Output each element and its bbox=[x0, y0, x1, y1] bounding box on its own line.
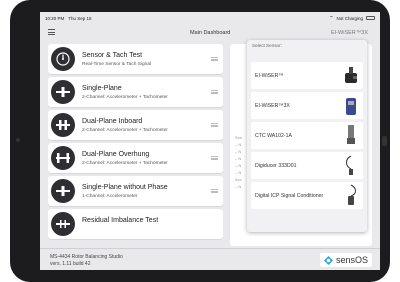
test-subtitle: 1-Channel: Accelerometer bbox=[82, 194, 138, 199]
test-card-single-plane[interactable]: Single-Plane 2-Channel: Accelerometer + … bbox=[48, 77, 223, 107]
status-bar: 10:20 PM Thu Sep 15 ⌔ Not Charging bbox=[40, 12, 380, 24]
gauge-icon bbox=[51, 47, 75, 71]
brand-logo: sensOS bbox=[319, 253, 372, 267]
status-date: Thu Sep 15 bbox=[68, 15, 92, 21]
page-title: Main Dashboard bbox=[190, 30, 231, 36]
single-plane-icon bbox=[51, 80, 75, 104]
brand-name: sensOS bbox=[335, 255, 368, 265]
screen: 10:20 PM Thu Sep 15 ⌔ Not Charging Main … bbox=[40, 12, 380, 270]
reorder-icon[interactable] bbox=[211, 123, 218, 127]
test-title: Single-Plane without Phase bbox=[82, 184, 168, 191]
menu-icon[interactable] bbox=[48, 29, 55, 35]
wifi-icon: ⌔ bbox=[329, 15, 334, 20]
wireless-sensor-3x-icon bbox=[346, 98, 356, 115]
device-selector[interactable]: EI-WiSER™3X bbox=[331, 30, 368, 36]
test-card-residual-imbalance[interactable]: Residual Imbalance Test bbox=[48, 209, 223, 239]
test-card-single-plane-no-phase[interactable]: Single-Plane without Phase 1-Channel: Ac… bbox=[48, 176, 223, 206]
digiducer-icon bbox=[346, 155, 353, 175]
sensor-option-digital-icp[interactable]: Digital ICP Signal Conditioner bbox=[251, 182, 363, 209]
reorder-icon[interactable] bbox=[211, 156, 218, 160]
test-card-dual-plane-overhung[interactable]: Dual-Plane Overhung 2-Channel: Accelerom… bbox=[48, 143, 223, 173]
test-title: Residual Imbalance Test bbox=[82, 217, 159, 224]
test-card-sensor-tach[interactable]: Sensor & Tach Test Real-Time Sensor & Ta… bbox=[48, 44, 223, 74]
popover-header: Select Sensor: bbox=[252, 43, 282, 48]
reorder-icon[interactable] bbox=[211, 57, 218, 61]
sensor-name: Digiducer 333D01 bbox=[255, 163, 297, 169]
ipad-frame: 10:20 PM Thu Sep 15 ⌔ Not Charging Main … bbox=[10, 0, 390, 282]
sensor-option-ei-wiser-3x[interactable]: EI-WiSER™3X bbox=[251, 92, 363, 119]
reorder-icon[interactable] bbox=[211, 189, 218, 193]
dual-plane-overhung-icon bbox=[51, 146, 75, 170]
reorder-icon[interactable] bbox=[211, 90, 218, 94]
test-card-dual-plane-inboard[interactable]: Dual-Plane Inboard 2-Channel: Accelerome… bbox=[48, 110, 223, 140]
signal-conditioner-icon bbox=[348, 184, 356, 205]
test-title: Single-Plane bbox=[82, 85, 122, 92]
sensor-name: Digital ICP Signal Conditioner bbox=[255, 193, 324, 199]
test-list: Sensor & Tach Test Real-Time Sensor & Ta… bbox=[48, 44, 223, 246]
camera bbox=[16, 138, 20, 142]
test-subtitle: Real-Time Sensor & Tach Signal bbox=[82, 62, 152, 67]
sensos-logo-icon bbox=[323, 255, 333, 265]
battery-icon bbox=[366, 16, 375, 20]
app-version: vers. 1.11 build 42 bbox=[50, 261, 91, 267]
dual-plane-inboard-icon bbox=[51, 113, 75, 137]
status-right: ⌔ Not Charging bbox=[329, 15, 375, 21]
sensor-option-ctc-wa102[interactable]: CTC WA102-1A bbox=[251, 122, 363, 149]
sensor-name: EI-WiSER™ bbox=[255, 73, 284, 79]
test-subtitle: 2-Channel: Accelerometer + Tachometer bbox=[82, 161, 168, 166]
wireless-sensor-icon bbox=[345, 67, 357, 83]
footer: MS-4434 Rotor Balancing Studio vers. 1.1… bbox=[40, 248, 380, 270]
sensor-option-ei-wiser[interactable]: EI-WiSER™ bbox=[251, 62, 363, 89]
test-title: Sensor & Tach Test bbox=[82, 52, 143, 59]
test-title: Dual-Plane Overhung bbox=[82, 151, 150, 158]
sensor-name: CTC WA102-1A bbox=[255, 133, 292, 139]
accelerometer-icon bbox=[347, 125, 355, 144]
side-button bbox=[382, 136, 387, 146]
app-name: MS-4434 Rotor Balancing Studio bbox=[50, 254, 123, 260]
test-subtitle: 2-Channel: Accelerometer + Tachometer bbox=[82, 128, 168, 133]
test-title: Dual-Plane Inboard bbox=[82, 118, 143, 125]
test-subtitle: 2-Channel: Accelerometer + Tachometer bbox=[82, 95, 168, 100]
detail-text: Sen – N – N – N – N – N Acc – N bbox=[235, 135, 243, 189]
sensor-popover: Select Sensor: EI-WiSER™ EI-WiSER™3X CTC… bbox=[247, 40, 367, 232]
single-plane-no-phase-icon bbox=[51, 179, 75, 203]
charging-status: Not Charging bbox=[336, 15, 363, 21]
residual-imbalance-icon bbox=[51, 212, 75, 236]
status-time: 10:20 PM bbox=[45, 15, 65, 21]
sensor-name: EI-WiSER™3X bbox=[255, 103, 290, 109]
sensor-option-digiducer[interactable]: Digiducer 333D01 bbox=[251, 152, 363, 179]
